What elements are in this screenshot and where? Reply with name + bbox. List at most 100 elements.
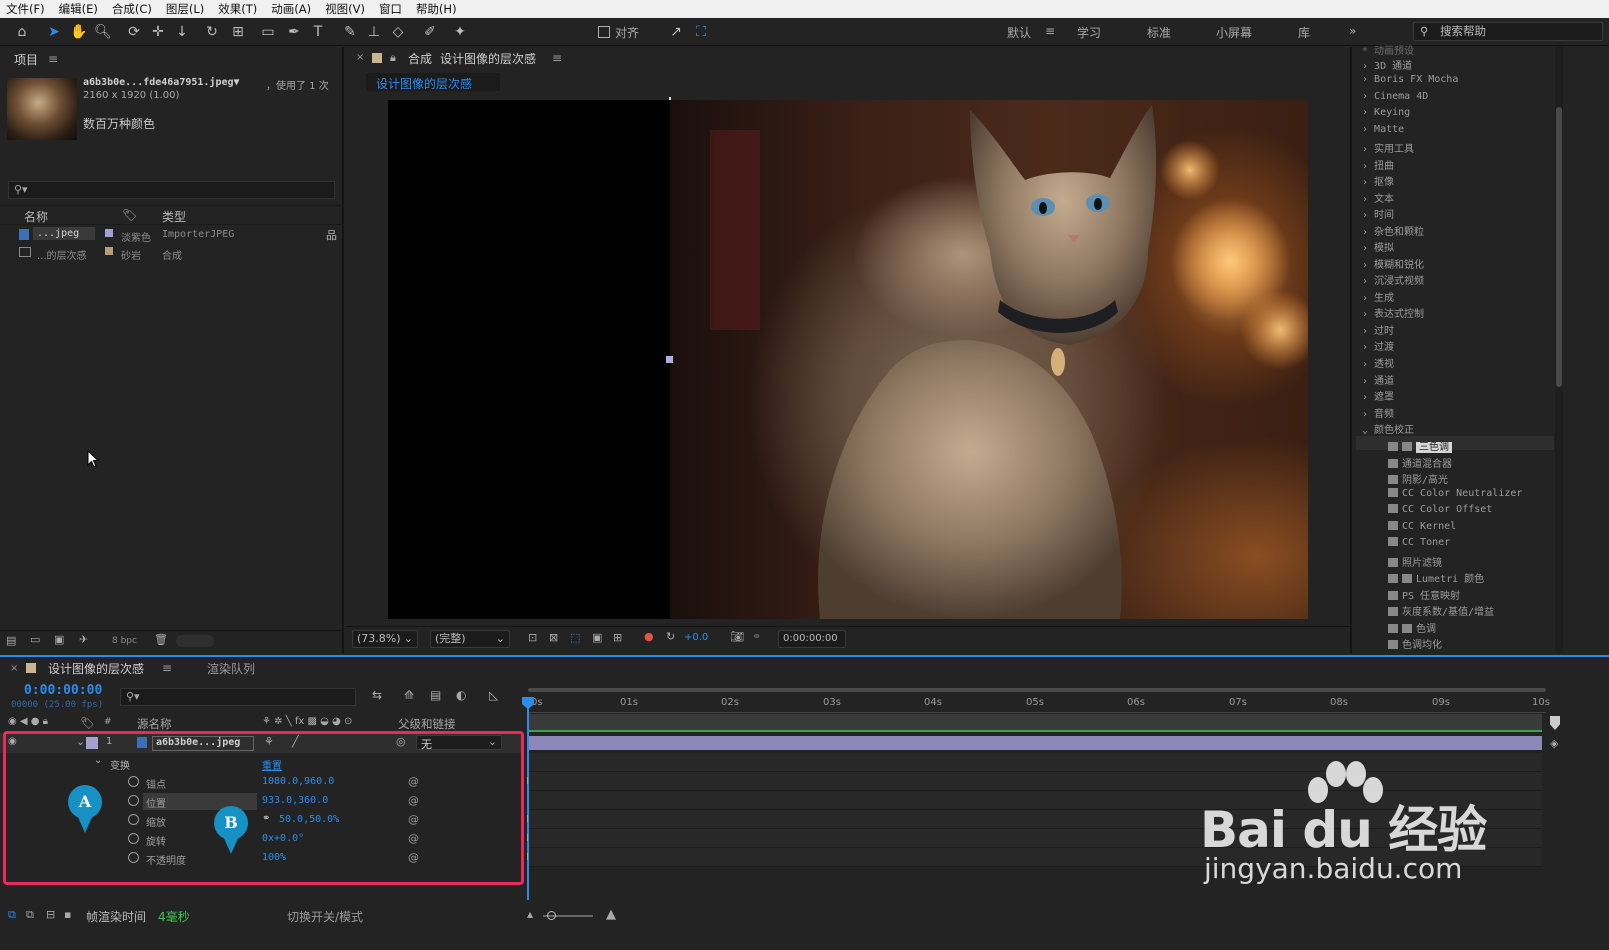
menu-edit[interactable]: 编辑(E)	[59, 1, 98, 17]
effect-item[interactable]: Lumetri 颜色	[1388, 570, 1484, 585]
effect-item[interactable]: CC Kernel	[1388, 521, 1456, 532]
hierarchy-icon[interactable]: 品	[326, 227, 337, 243]
timeline-tab[interactable]: 设计图像的层次感	[48, 660, 144, 677]
effects-scrollbar[interactable]	[1555, 47, 1563, 653]
new-composition-icon[interactable]: ▣	[54, 633, 64, 646]
chevron-down-icon[interactable]: ⌄	[94, 755, 102, 766]
expression-spiral-icon[interactable]: @	[408, 794, 419, 807]
constrain-link-icon[interactable]: ⚭	[262, 813, 270, 824]
hand-tool-icon[interactable]: ✋	[70, 24, 87, 40]
effect-item[interactable]: PS 任意映射	[1388, 587, 1460, 602]
effects-category-animation-presets[interactable]: * 动画预设	[1362, 42, 1414, 57]
stopwatch-icon[interactable]	[128, 776, 139, 787]
timeline-search-input[interactable]: ⚲▾	[120, 688, 356, 706]
effect-item[interactable]: 通道混合器	[1388, 455, 1452, 470]
layer-switches-icon[interactable]: ⧉	[26, 908, 34, 922]
stopwatch-icon[interactable]	[128, 795, 139, 806]
keyframe-marker[interactable]: I	[526, 833, 529, 844]
expression-spiral-icon[interactable]: @	[408, 832, 419, 845]
keyframe-marker[interactable]: I	[526, 814, 529, 825]
timeline-zoom-knob[interactable]	[547, 911, 556, 920]
guides-icon[interactable]: ▣	[592, 631, 602, 644]
label-chip-lavender[interactable]	[105, 229, 113, 237]
project-row[interactable]: ...jpeg 淡紫色 ImporterJPEG 品	[0, 226, 344, 244]
roto-brush-icon[interactable]: ✐	[422, 24, 438, 40]
snap-icon[interactable]: ↗	[668, 24, 684, 40]
stopwatch-icon[interactable]	[128, 833, 139, 844]
effects-category[interactable]: › Matte	[1362, 124, 1404, 135]
effects-category[interactable]: › 实用工具	[1362, 140, 1414, 155]
panel-menu-icon[interactable]: ≡	[48, 52, 58, 66]
workspace-small-screen[interactable]: 小屏幕	[1216, 24, 1252, 41]
chevron-down-icon[interactable]: ⌄	[76, 735, 85, 748]
puppet-pin-icon[interactable]: ✦	[452, 24, 468, 40]
grid-icon[interactable]: ⊞	[613, 631, 622, 644]
effect-item[interactable]: 照片滤镜	[1388, 554, 1442, 569]
project-row[interactable]: ...的层次感 砂岩 合成	[0, 244, 344, 262]
workspace-learn[interactable]: 学习	[1077, 24, 1101, 41]
workspace-libraries[interactable]: 库	[1298, 24, 1310, 41]
help-search-input[interactable]: ⚲ 搜索帮助	[1413, 22, 1603, 41]
shy-switch-icon[interactable]: ⚘	[264, 735, 274, 748]
home-icon[interactable]: ⌂	[14, 24, 30, 40]
effects-category[interactable]: › 沉浸式视频	[1362, 272, 1424, 287]
menu-composition[interactable]: 合成(C)	[112, 1, 152, 17]
selection-tool-icon[interactable]: ➤	[46, 24, 62, 40]
scale-value[interactable]: 50.0,50.0%	[279, 814, 339, 825]
layer-row[interactable]: ◉ ⌄ 1 a6b3b0e...jpeg ⚘ ╱ ◎ 无 ⌄	[0, 733, 524, 753]
bpc-label[interactable]: 8 bpc	[112, 636, 137, 646]
position-value[interactable]: 933.0,360.0	[262, 795, 328, 806]
label-column-icon[interactable]: 🏷︎	[80, 716, 95, 730]
reset-exposure-icon[interactable]: ↻	[666, 630, 675, 643]
effects-category[interactable]: › 3D 通道	[1362, 57, 1412, 72]
rectangle-tool-icon[interactable]: ▭	[260, 24, 276, 40]
snapshot-icon[interactable]: 📷︎	[730, 630, 744, 643]
effect-item[interactable]: CC Color Neutralizer	[1388, 488, 1522, 499]
expression-spiral-icon[interactable]: @	[408, 851, 419, 864]
orbit-camera-icon[interactable]: ⟳	[126, 24, 142, 40]
pan-camera-icon[interactable]: ✛	[150, 24, 166, 40]
effects-category[interactable]: › 遮罩	[1362, 388, 1394, 403]
cat-image-layer[interactable]	[670, 100, 1308, 619]
effect-item[interactable]: CC Toner	[1388, 537, 1450, 548]
effects-category[interactable]: › 模糊和锐化	[1362, 256, 1424, 271]
motion-blur-icon[interactable]: ◐	[456, 688, 466, 702]
layer-anchor-handle[interactable]	[666, 356, 673, 363]
overflow-icon[interactable]: »	[1349, 24, 1356, 38]
label-column-icon[interactable]: 🏷︎	[122, 208, 137, 224]
keyframe-marker[interactable]: I	[526, 795, 529, 806]
align-checkbox[interactable]	[598, 26, 610, 38]
effect-item[interactable]: 色调均化	[1388, 636, 1442, 651]
project-search-input[interactable]: ⚲▾	[8, 181, 335, 199]
effects-category[interactable]: › Keying	[1362, 107, 1410, 118]
comp-breadcrumb[interactable]: 设计图像的层次感	[366, 73, 500, 91]
toggle-switches-modes[interactable]: 切换开关/模式	[287, 908, 363, 925]
menu-window[interactable]: 窗口	[379, 1, 402, 17]
thumbnail-slider[interactable]	[176, 635, 214, 647]
effects-category-expanded[interactable]: ⌄ 颜色校正	[1362, 421, 1414, 436]
column-parent[interactable]: 父级和链接	[398, 716, 456, 732]
footage-filename[interactable]: a6b3b0e...fde46a7951.jpeg▼	[83, 77, 240, 88]
effects-category[interactable]: › 通道	[1362, 372, 1394, 387]
work-area-bar[interactable]	[528, 688, 1546, 692]
timeline-current-time[interactable]: 0:00:00:00	[24, 683, 102, 698]
show-snapshot-icon[interactable]: ⚭	[752, 630, 761, 643]
trash-icon[interactable]: 🗑︎	[154, 633, 168, 646]
keyframe-marker[interactable]: I	[526, 776, 529, 787]
layer-name[interactable]: a6b3b0e...jpeg	[152, 736, 254, 751]
eraser-tool-icon[interactable]: ◇	[390, 24, 406, 40]
effect-item[interactable]: 灰度系数/基值/增益	[1388, 603, 1494, 618]
rotate-tool-icon[interactable]: ↻	[204, 24, 220, 40]
mask-path-icon[interactable]: ⬚	[570, 631, 580, 644]
zoom-in-icon[interactable]: ▲	[606, 907, 616, 922]
anchor-point-value[interactable]: 1080.0,960.0	[262, 776, 334, 787]
quality-switch-icon[interactable]: ╱	[292, 735, 299, 748]
transform-reset-link[interactable]: 重置	[262, 757, 282, 772]
type-tool-icon[interactable]: T	[310, 24, 326, 40]
zoom-select[interactable]: (73.8%) ⌄	[352, 630, 418, 648]
effects-category[interactable]: › 过渡	[1362, 338, 1394, 353]
effects-category[interactable]: › 音频	[1362, 405, 1394, 420]
stopwatch-icon[interactable]	[128, 852, 139, 863]
panel-menu-icon[interactable]: ≡	[162, 661, 172, 675]
region-of-interest-icon[interactable]: ⊡	[528, 631, 537, 644]
